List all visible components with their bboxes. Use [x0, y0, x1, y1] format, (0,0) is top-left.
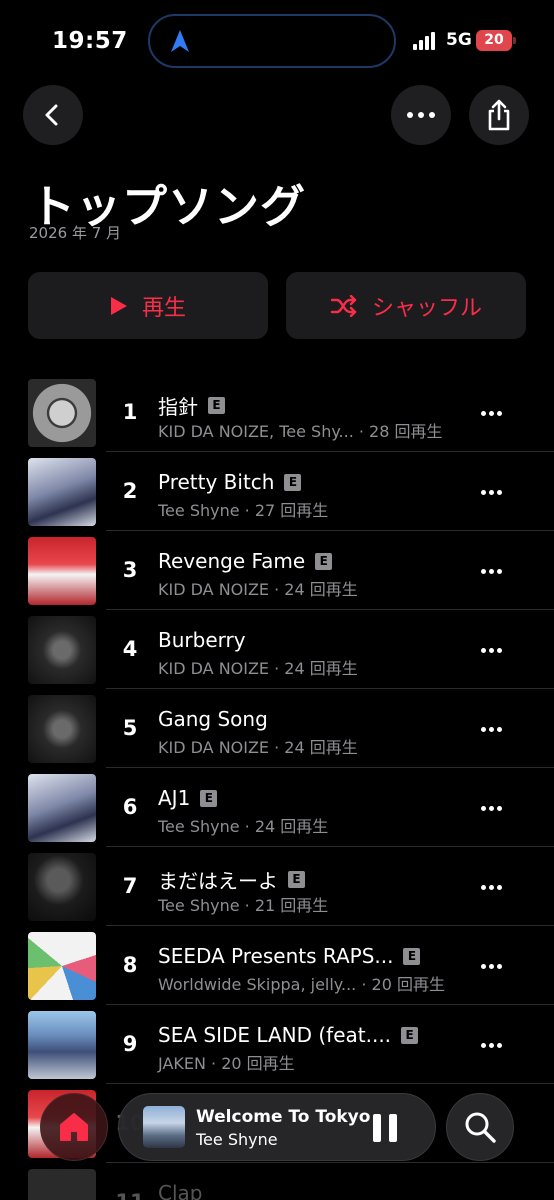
song-title: 指針 E — [158, 391, 225, 420]
song-row-6[interactable]: 6 AJ1 E Tee Shyne · 24 回再生 — [0, 768, 554, 847]
album-art — [28, 1169, 96, 1200]
pause-icon[interactable] — [373, 1114, 399, 1142]
navigation-arrow-icon — [171, 30, 189, 52]
play-button[interactable]: 再生 — [28, 272, 268, 339]
explicit-badge: E — [403, 947, 421, 965]
song-subtitle: JAKEN · 20 回再生 — [158, 1054, 295, 1073]
share-button[interactable] — [469, 85, 529, 145]
album-art — [28, 853, 96, 921]
song-more-button[interactable] — [476, 794, 506, 822]
share-icon — [488, 99, 510, 131]
song-list: 1 指針 E KID DA NOIZE, Tee Shy... · 28 回再生 … — [0, 373, 554, 1200]
battery-icon: 20 — [476, 30, 516, 51]
more-button[interactable] — [391, 85, 451, 145]
album-art — [28, 616, 96, 684]
song-rank: 8 — [122, 953, 138, 977]
shuffle-button[interactable]: シャッフル — [286, 272, 526, 339]
shuffle-icon — [330, 294, 357, 317]
song-rank: 5 — [122, 716, 138, 740]
song-title: まだはえーよ E — [158, 865, 305, 894]
song-title: SEEDA Presents RAPS... E — [158, 944, 421, 968]
song-more-button[interactable] — [476, 478, 506, 506]
song-title: AJ1 E — [158, 786, 218, 810]
album-art — [28, 1011, 96, 1079]
song-more-button[interactable] — [476, 1031, 506, 1059]
search-icon — [465, 1112, 496, 1143]
now-playing-artist: Tee Shyne — [196, 1130, 278, 1149]
back-button[interactable] — [23, 85, 83, 145]
song-rank: 9 — [122, 1032, 138, 1056]
album-art — [28, 458, 96, 526]
song-subtitle: KID DA NOIZE · 24 回再生 — [158, 580, 358, 599]
song-title: Pretty Bitch E — [158, 470, 302, 494]
song-title: Burberry — [158, 628, 246, 652]
back-icon — [45, 104, 58, 126]
song-rank: 7 — [122, 874, 138, 898]
song-more-button[interactable] — [476, 873, 506, 901]
now-playing-title: Welcome To Tokyo — [196, 1107, 371, 1127]
page-subtitle: 2026 年 7 月 — [29, 224, 122, 242]
play-label: 再生 — [141, 295, 186, 321]
song-row-9[interactable]: 9 SEA SIDE LAND (feat.... E JAKEN · 20 回再… — [0, 1005, 554, 1084]
album-art — [28, 932, 96, 1000]
song-title: Revenge Fame E — [158, 549, 333, 573]
song-title: SEA SIDE LAND (feat.... E — [158, 1023, 419, 1047]
song-row-4[interactable]: 4 Burberry KID DA NOIZE · 24 回再生 — [0, 610, 554, 689]
explicit-badge: E — [284, 473, 302, 491]
dynamic-island[interactable] — [148, 14, 396, 68]
explicit-badge: E — [288, 871, 305, 888]
song-rank: 11 — [110, 1190, 150, 1200]
album-art — [28, 537, 96, 605]
album-art — [28, 695, 96, 763]
album-art — [28, 774, 96, 842]
shuffle-label: シャッフル — [371, 295, 482, 321]
more-icon — [407, 112, 435, 118]
song-rank: 6 — [122, 795, 138, 819]
song-subtitle: Worldwide Skippa, jelly... · 20 回再生 — [158, 975, 445, 994]
song-row-11[interactable]: 11 Clap — [0, 1163, 554, 1200]
song-row-1[interactable]: 1 指針 E KID DA NOIZE, Tee Shy... · 28 回再生 — [0, 373, 554, 452]
home-button[interactable] — [40, 1093, 108, 1161]
song-rank: 1 — [122, 400, 138, 424]
song-subtitle: Tee Shyne · 27 回再生 — [158, 501, 329, 520]
explicit-badge: E — [208, 397, 225, 414]
explicit-badge: E — [200, 789, 218, 807]
song-subtitle: KID DA NOIZE, Tee Shy... · 28 回再生 — [158, 422, 443, 441]
song-more-button[interactable] — [476, 399, 506, 427]
search-button[interactable] — [446, 1093, 514, 1161]
song-subtitle: KID DA NOIZE · 24 回再生 — [158, 738, 358, 757]
song-subtitle: KID DA NOIZE · 24 回再生 — [158, 659, 358, 678]
song-row-7[interactable]: 7 まだはえーよ E Tee Shyne · 21 回再生 — [0, 847, 554, 926]
play-icon — [110, 296, 127, 315]
song-rank: 3 — [122, 558, 138, 582]
song-more-button[interactable] — [476, 715, 506, 743]
song-more-button[interactable] — [476, 557, 506, 585]
explicit-badge: E — [315, 552, 333, 570]
now-playing-art — [143, 1106, 185, 1148]
signal-icon — [413, 32, 439, 50]
song-subtitle: Tee Shyne · 24 回再生 — [158, 817, 329, 836]
song-title: Clap — [158, 1181, 203, 1200]
song-more-button[interactable] — [476, 952, 506, 980]
song-subtitle: Tee Shyne · 21 回再生 — [158, 896, 329, 915]
home-icon — [60, 1113, 88, 1141]
song-rank: 4 — [122, 637, 138, 661]
network-label: 5G — [446, 30, 472, 50]
song-row-3[interactable]: 3 Revenge Fame E KID DA NOIZE · 24 回再生 — [0, 531, 554, 610]
song-row-8[interactable]: 8 SEEDA Presents RAPS... E Worldwide Skip… — [0, 926, 554, 1005]
song-rank: 2 — [122, 479, 138, 503]
status-time: 19:57 — [52, 28, 128, 54]
song-row-5[interactable]: 5 Gang Song KID DA NOIZE · 24 回再生 — [0, 689, 554, 768]
song-more-button[interactable] — [476, 636, 506, 664]
song-row-2[interactable]: 2 Pretty Bitch E Tee Shyne · 27 回再生 — [0, 452, 554, 531]
status-bar: 19:57 5G 20 — [0, 0, 554, 80]
song-title: Gang Song — [158, 707, 268, 731]
explicit-badge: E — [401, 1026, 419, 1044]
album-art — [28, 379, 96, 447]
mini-player[interactable]: Welcome To Tokyo Tee Shyne — [118, 1093, 436, 1161]
